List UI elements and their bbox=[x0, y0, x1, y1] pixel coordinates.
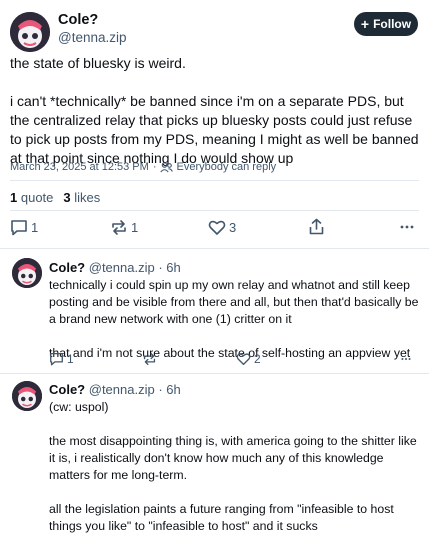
post-meta: March 23, 2025 at 12:53 PM · Everybody c… bbox=[10, 161, 276, 173]
like-stat[interactable]: 3 likes bbox=[63, 190, 100, 205]
post-stats: 1 quote 3 likes bbox=[10, 190, 100, 205]
avatar-image bbox=[12, 381, 42, 411]
like-count: 3 bbox=[63, 190, 71, 205]
divider bbox=[10, 180, 419, 181]
author-handle[interactable]: @tenna.zip bbox=[58, 30, 127, 45]
repost-icon bbox=[112, 220, 126, 235]
more-icon bbox=[400, 225, 414, 229]
heart-icon bbox=[208, 220, 226, 235]
quote-label: quote bbox=[20, 190, 54, 205]
reply-text: technically i could spin up my own relay… bbox=[49, 277, 421, 379]
author-name[interactable]: Cole? bbox=[58, 12, 98, 28]
avatar[interactable] bbox=[12, 381, 42, 411]
reply-count: 1 bbox=[67, 352, 74, 366]
follow-button[interactable]: + Follow bbox=[354, 12, 418, 36]
reply-count: 1 bbox=[31, 220, 39, 235]
reply-paragraph: all the legislation paints a future rang… bbox=[49, 502, 394, 533]
reply-author-handle: @tenna.zip · 6h bbox=[88, 382, 181, 397]
meta-separator: · bbox=[152, 161, 157, 173]
reply-paragraph: technically i could spin up my own relay… bbox=[49, 278, 419, 326]
repost-button[interactable] bbox=[142, 352, 157, 366]
reply-icon bbox=[11, 220, 27, 236]
reply-author[interactable]: Cole? @tenna.zip · 6h bbox=[49, 382, 181, 397]
reply-paragraph: the most disappointing thing is, with am… bbox=[49, 434, 417, 482]
repost-count: 1 bbox=[131, 220, 139, 235]
plus-icon: + bbox=[360, 16, 370, 32]
more-button[interactable] bbox=[400, 354, 412, 364]
heart-icon bbox=[236, 353, 251, 366]
reply-author-name: Cole? bbox=[49, 260, 86, 275]
post-paragraph: i can't *technically* be banned since i'… bbox=[10, 93, 419, 166]
reply-text: (cw: uspol) the most disappointing thing… bbox=[49, 399, 421, 537]
quote-count: 1 bbox=[10, 190, 18, 205]
post-paragraph: the state of bluesky is weird. bbox=[10, 55, 186, 71]
reply-author[interactable]: Cole? @tenna.zip · 6h bbox=[49, 260, 181, 275]
more-icon bbox=[401, 358, 411, 360]
share-icon bbox=[309, 218, 324, 235]
divider bbox=[10, 210, 419, 211]
reply-paragraph: that and i'm not sure about the state of… bbox=[49, 346, 411, 360]
post-separator bbox=[0, 248, 429, 249]
like-count: 3 bbox=[229, 220, 237, 235]
reply-author-handle: @tenna.zip · 6h bbox=[88, 260, 181, 275]
reply-icon bbox=[50, 352, 63, 366]
like-button[interactable]: 3 bbox=[208, 219, 236, 236]
like-button[interactable]: 2 bbox=[236, 352, 261, 366]
more-button[interactable] bbox=[400, 220, 414, 234]
reply-button[interactable]: 1 bbox=[10, 219, 38, 236]
repost-icon bbox=[143, 352, 156, 366]
quote-stat[interactable]: 1 quote bbox=[10, 190, 53, 205]
avatar[interactable] bbox=[10, 12, 50, 52]
avatar[interactable] bbox=[12, 258, 42, 288]
reply-author-name: Cole? bbox=[49, 382, 86, 397]
reply-paragraph: (cw: uspol) bbox=[49, 400, 109, 414]
reply-audience[interactable]: Everybody can reply bbox=[176, 161, 276, 173]
follow-label: Follow bbox=[373, 17, 412, 31]
post-timestamp[interactable]: March 23, 2025 at 12:53 PM bbox=[10, 161, 149, 173]
post-separator bbox=[0, 373, 429, 374]
reply-button[interactable]: 1 bbox=[49, 352, 74, 366]
like-label: likes bbox=[74, 190, 101, 205]
people-icon bbox=[160, 161, 174, 172]
avatar-image bbox=[10, 12, 50, 52]
post-actions: 1 1 3 bbox=[10, 218, 419, 240]
like-count: 2 bbox=[254, 352, 261, 366]
repost-button[interactable]: 1 bbox=[110, 219, 138, 236]
share-button[interactable] bbox=[309, 218, 324, 235]
avatar-image bbox=[12, 258, 42, 288]
